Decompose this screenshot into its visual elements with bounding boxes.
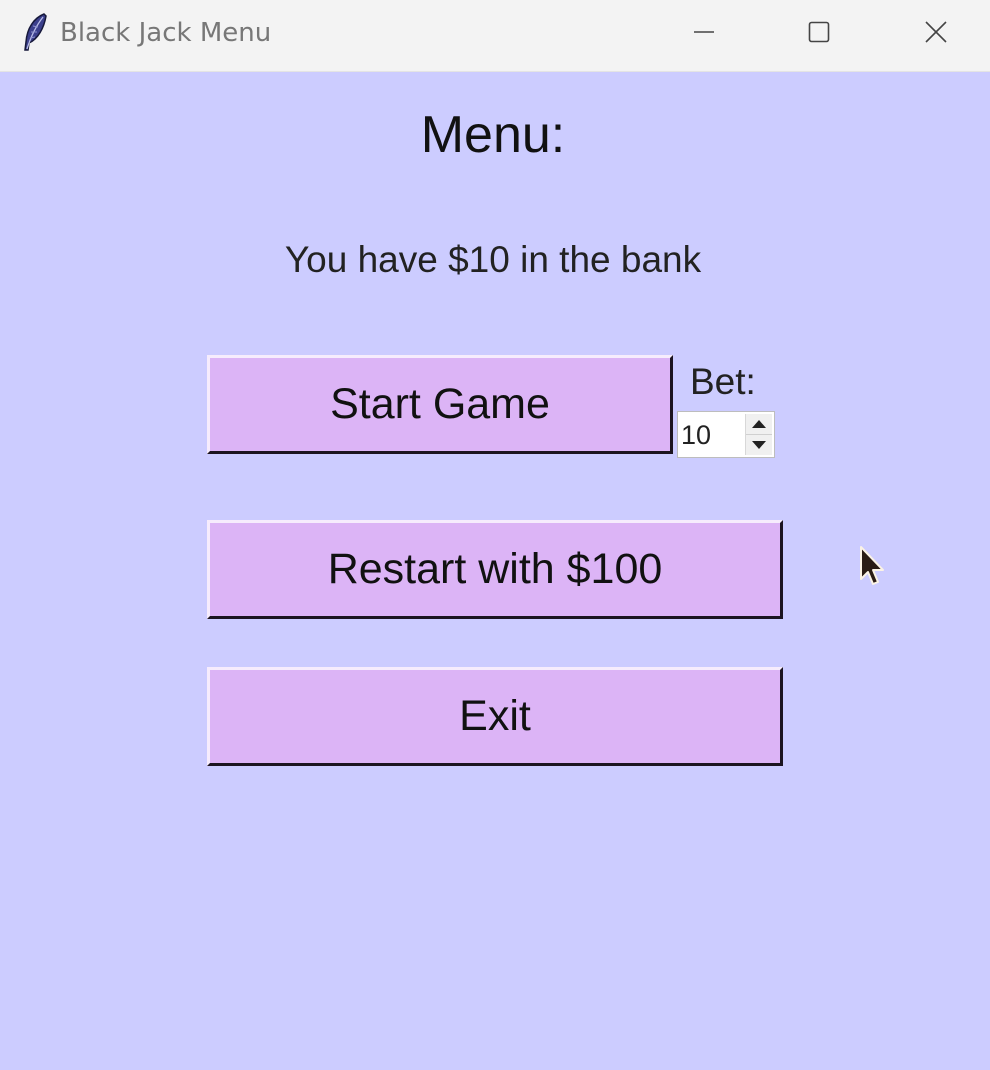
close-button[interactable]: [891, 0, 981, 64]
bet-increment-button[interactable]: [746, 414, 772, 435]
bank-balance-text: You have $10 in the bank: [284, 239, 702, 280]
mouse-pointer-icon: [858, 545, 886, 587]
bet-spin-buttons: [745, 414, 772, 455]
arrow-down-icon: [752, 436, 766, 454]
bet-label: Bet:: [690, 361, 756, 402]
bet-decrement-button[interactable]: [746, 435, 772, 455]
menu-heading: Menu:: [420, 106, 566, 164]
feather-icon: [22, 12, 48, 52]
maximize-button[interactable]: [774, 0, 864, 64]
window-title: Black Jack Menu: [60, 18, 272, 48]
bet-spinbox[interactable]: [677, 411, 775, 458]
exit-button[interactable]: Exit: [207, 667, 783, 766]
start-game-button[interactable]: Start Game: [207, 355, 673, 454]
maximize-icon: [808, 21, 830, 43]
minimize-icon: [693, 30, 715, 34]
arrow-up-icon: [752, 415, 766, 433]
restart-button[interactable]: Restart with $100: [207, 520, 783, 619]
app-window: Black Jack Menu Menu: You have $10 in th…: [0, 0, 990, 1070]
close-icon: [924, 20, 948, 44]
title-bar[interactable]: Black Jack Menu: [0, 0, 990, 72]
bet-input[interactable]: [681, 416, 741, 454]
minimize-button[interactable]: [659, 0, 749, 64]
